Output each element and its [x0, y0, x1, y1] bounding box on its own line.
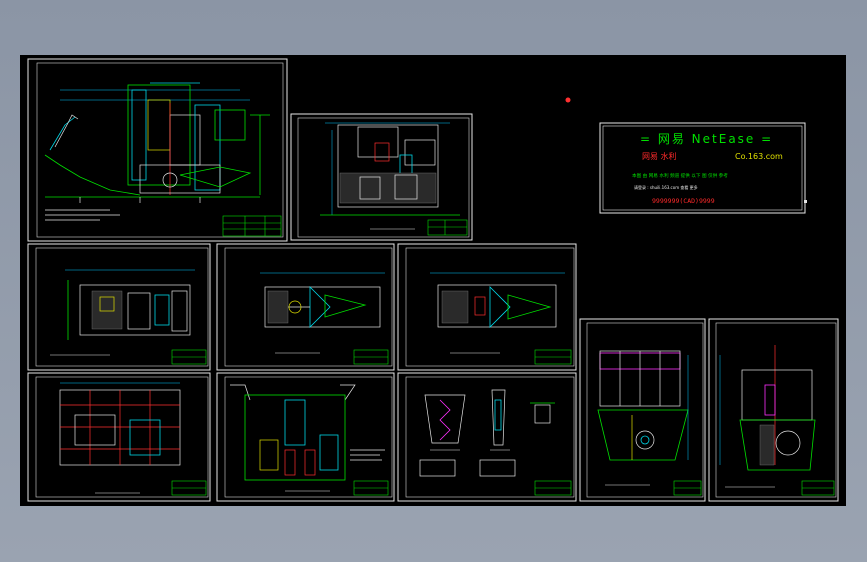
sheet-floor-plan-b[interactable]	[27, 243, 211, 371]
red-marker-dot	[565, 97, 571, 103]
sheet-powerhouse-section[interactable]	[27, 58, 288, 242]
sheet-generator-section[interactable]	[216, 372, 395, 502]
sheet-detail-sections[interactable]	[397, 372, 577, 502]
cad-viewport-frame: = 网易 NetEase = 网易 水利 Co.163.com 本图 由 网易 …	[0, 0, 867, 562]
watermark-code: 9999999(CAD)9999	[652, 197, 715, 205]
sheet-floor-plan-a[interactable]	[290, 113, 473, 241]
sheet-floor-plan-d[interactable]	[397, 243, 577, 371]
cad-drawing-sheets: = 网易 NetEase = 网易 水利 Co.163.com 本图 由 网易 …	[27, 58, 839, 502]
sheet-structural-plan[interactable]	[27, 372, 211, 502]
watermark-line2: 请登录 : shuili.163.com 查看 更多	[634, 184, 698, 190]
netease-watermark-panel: = 网易 NetEase = 网易 水利 Co.163.com 本图 由 网易 …	[565, 97, 807, 214]
watermark-brand: 网易 水利	[642, 151, 677, 161]
watermark-line1: 本图 由 网易 水利 频道 提供 以下 图 仅供 参考	[632, 172, 728, 179]
watermark-title: = 网易 NetEase =	[640, 132, 773, 146]
drawing-canvas[interactable]: = 网易 NetEase = 网易 水利 Co.163.com 本图 由 网易 …	[20, 55, 846, 506]
sheet-tall-section-right[interactable]	[708, 318, 839, 502]
corner-grip	[804, 200, 807, 203]
watermark-url: Co.163.com	[735, 152, 783, 161]
sheet-tall-section-left[interactable]	[579, 318, 706, 502]
sheet-floor-plan-c[interactable]	[216, 243, 395, 371]
